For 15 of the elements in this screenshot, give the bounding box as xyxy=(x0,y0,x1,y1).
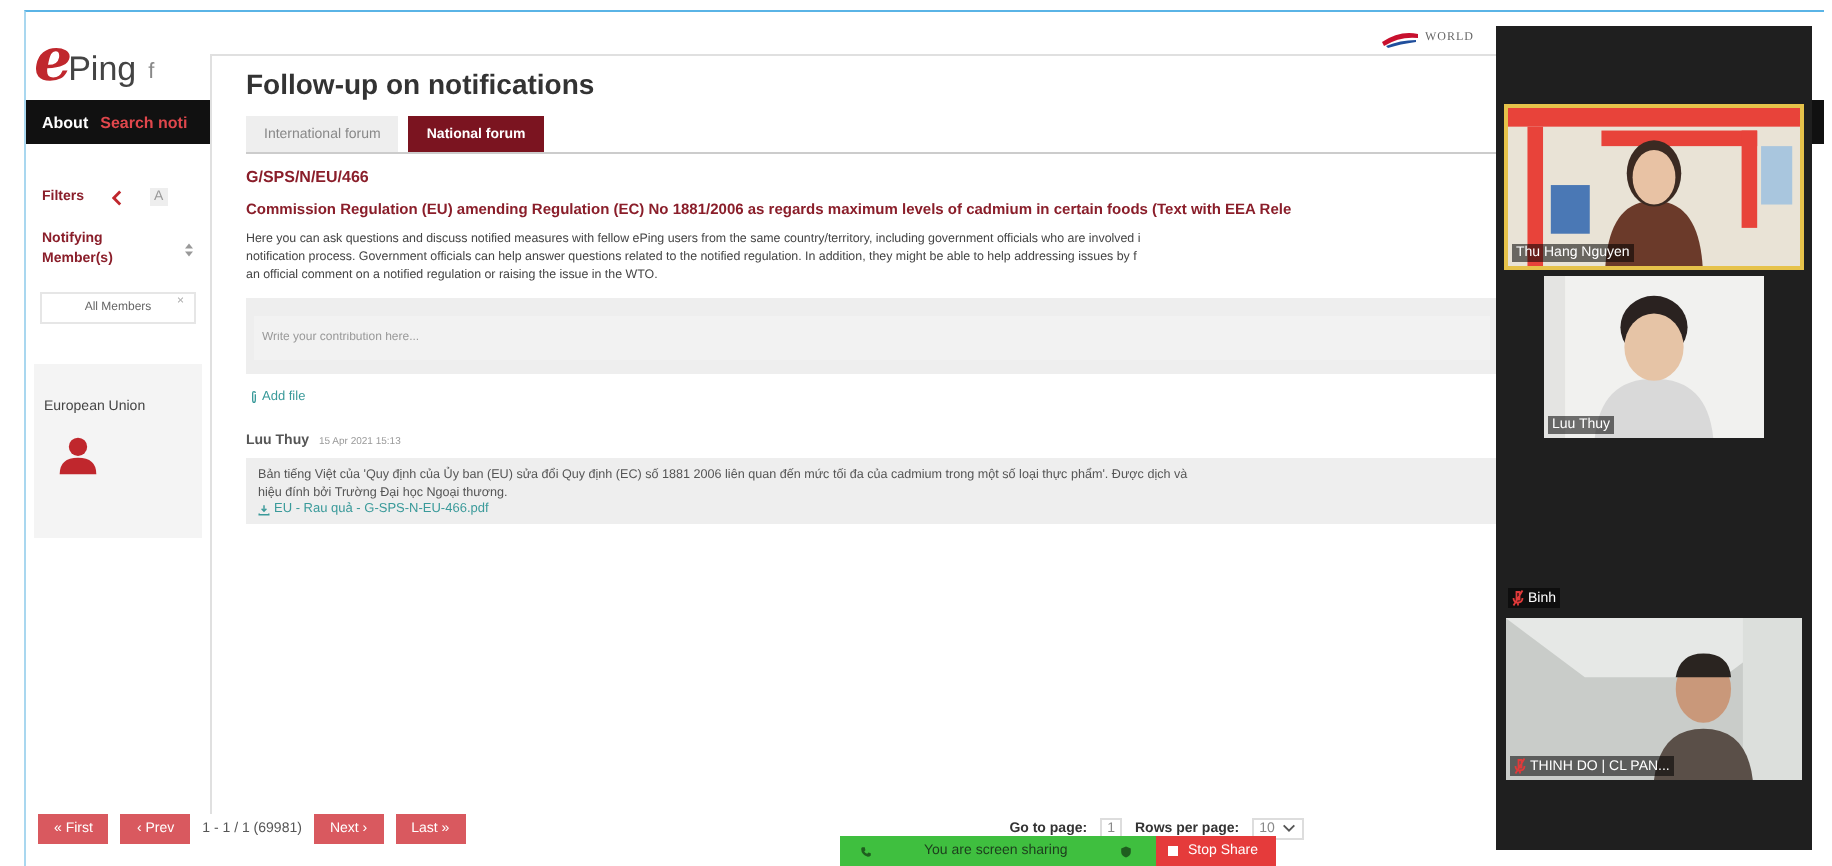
sort-icon[interactable] xyxy=(184,242,194,258)
modal-title: Follow-up on notifications xyxy=(246,68,597,100)
nav-link[interactable]: Search noti xyxy=(100,113,188,131)
caret-icon xyxy=(1282,824,1297,832)
paperclip-icon xyxy=(250,390,258,404)
header-text: f xyxy=(148,60,155,84)
shield-icon xyxy=(1119,845,1132,857)
phone-icon xyxy=(860,845,872,857)
notification-code: G/SPS/N/EU/466 xyxy=(246,168,371,186)
nav-link[interactable]: About xyxy=(42,113,89,131)
eping-logo[interactable]: ePing xyxy=(34,32,137,100)
user-icon xyxy=(56,434,100,478)
wto-logo-icon xyxy=(1379,28,1419,48)
download-icon xyxy=(258,503,270,515)
collapse-icon[interactable] xyxy=(112,189,123,205)
